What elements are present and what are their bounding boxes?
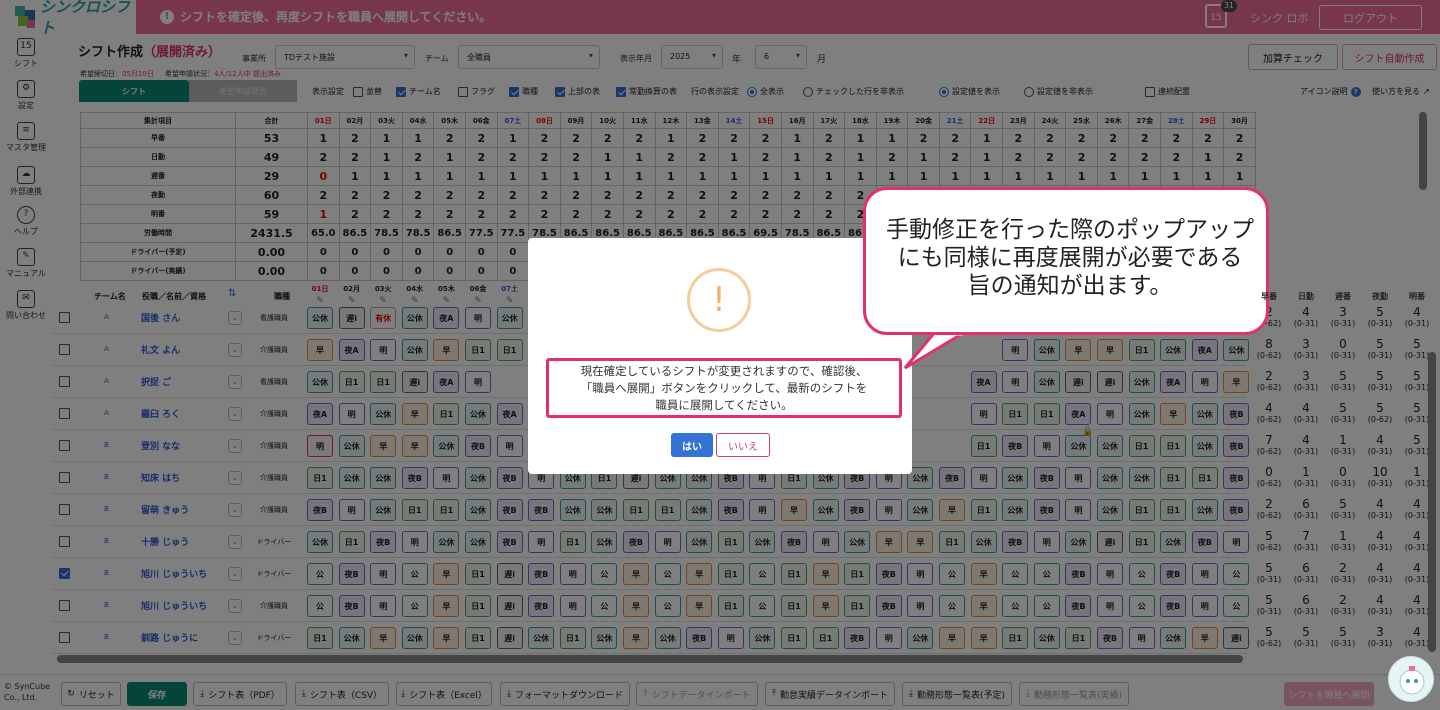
dialog-message-line: 「職員へ展開」ボタンをクリックして、最新のシフトを	[580, 381, 868, 395]
summary-header: 日勤	[1298, 292, 1314, 301]
yes-button[interactable]: はい	[671, 433, 713, 457]
warning-icon: !	[687, 268, 751, 332]
no-button[interactable]: いいえ	[716, 433, 770, 457]
callout-line: にも同様に再度展開が必要である	[897, 245, 1243, 271]
app-root: シンクロシフト ! シフトを確定後、再度シフトを職員へ展開してください。 15 …	[0, 0, 1440, 710]
callout-line: 手動修正を行った際のポップアップ	[886, 217, 1254, 243]
callout-text: 手動修正を行った際のポップアップ にも同様に再度展開が必要である 旨の通知が出ま…	[880, 216, 1260, 300]
dialog-message: 現在確定しているシフトが変更されますので、確認後、 「職員へ展開」ボタンをクリッ…	[546, 358, 902, 418]
confirm-dialog: ! 現在確定しているシフトが変更されますので、確認後、 「職員へ展開」ボタンをク…	[528, 238, 912, 474]
robot-icon	[1399, 666, 1425, 695]
summary-header: 早番	[1261, 292, 1277, 301]
annotation-callout: 手動修正を行った際のポップアップ にも同様に再度展開が必要である 旨の通知が出ま…	[863, 187, 1269, 335]
summary-header: 夜勤	[1372, 292, 1388, 301]
dialog-message-line: 職員に展開してください。	[655, 398, 793, 412]
chat-helper-robot-icon[interactable]	[1388, 656, 1434, 702]
dialog-message-line: 現在確定しているシフトが変更されますので、確認後、	[580, 364, 868, 378]
summary-header: 明番	[1409, 292, 1425, 301]
summary-header: 遅番	[1335, 292, 1351, 301]
callout-line: 旨の通知が出ます。	[967, 273, 1173, 299]
